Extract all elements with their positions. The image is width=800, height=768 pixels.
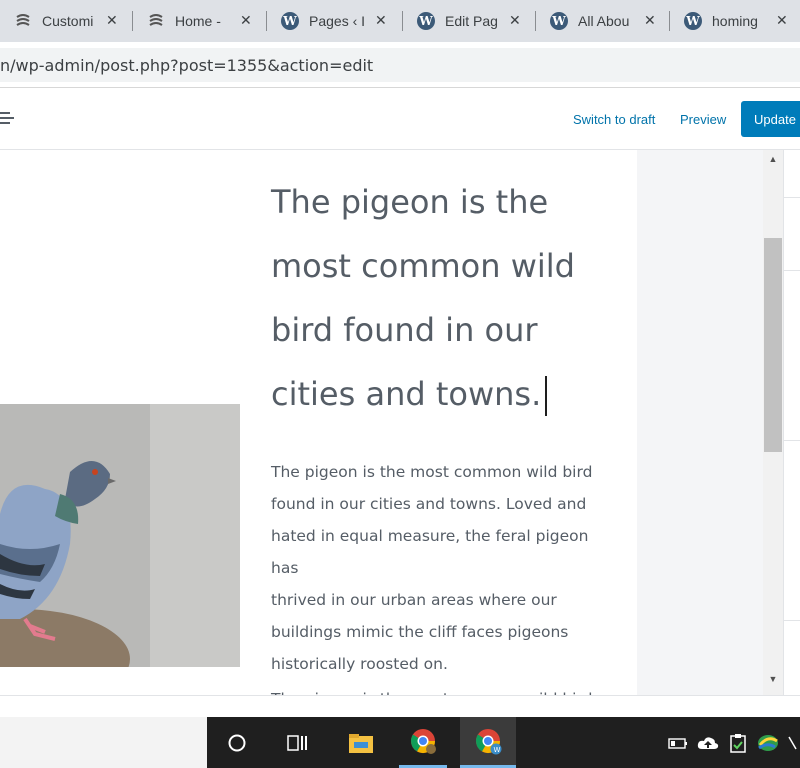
tray-more-icon[interactable] <box>786 733 800 753</box>
browser-tab-4[interactable]: W Edit Pag ✕ <box>403 0 536 42</box>
close-icon[interactable]: ✕ <box>240 12 252 29</box>
editor-scrollbar[interactable]: ▲ ▼ <box>763 150 783 695</box>
network-shield-icon[interactable] <box>756 733 780 753</box>
paragraph-line: The pigeon is the most common wild bird <box>271 683 616 695</box>
tab-title: homing <box>712 13 758 29</box>
file-explorer-icon[interactable] <box>337 717 385 768</box>
customizer-icon <box>14 12 32 30</box>
editor-canvas: The pigeon is the most common wild bird … <box>0 150 637 695</box>
settings-sidebar-edge <box>783 150 800 695</box>
url-input[interactable]: n/wp-admin/post.php?post=1355&action=edi… <box>0 48 800 82</box>
tab-title: Customi <box>42 13 94 29</box>
browser-tab-5[interactable]: W All Abou ✕ <box>536 0 670 42</box>
customizer-icon <box>147 12 165 30</box>
editor-margin <box>637 150 763 695</box>
browser-tab-2[interactable]: Home - ✕ <box>133 0 267 42</box>
editor-header: Switch to draft Preview Update <box>0 88 800 150</box>
clipboard-icon[interactable] <box>726 733 750 753</box>
heading-line: bird found in our <box>271 311 538 349</box>
taskbar-search-box[interactable] <box>0 717 207 768</box>
tab-title: Edit Pag <box>445 13 498 29</box>
paragraph-line: buildings mimic the cliff faces pigeons <box>271 623 569 641</box>
scrollbar-thumb[interactable] <box>764 238 782 452</box>
preview-button[interactable]: Preview <box>680 112 726 127</box>
switch-to-draft-button[interactable]: Switch to draft <box>573 112 655 127</box>
heading-line: most common wild <box>271 247 575 285</box>
paragraph-block-2[interactable]: The pigeon is the most common wild bird <box>271 683 616 695</box>
wordpress-icon: W <box>281 12 299 30</box>
chrome-icon[interactable] <box>399 717 447 768</box>
editor-footer <box>0 695 800 717</box>
paragraph-line: The pigeon is the most common wild bird <box>271 463 593 481</box>
tab-title: Home - <box>175 13 221 29</box>
close-icon[interactable]: ✕ <box>776 12 788 29</box>
scroll-up-icon[interactable]: ▲ <box>763 154 783 172</box>
close-icon[interactable]: ✕ <box>509 12 521 29</box>
paragraph-line: historically roosted on. <box>271 655 448 673</box>
browser-tab-6[interactable]: W homing ✕ <box>670 0 800 42</box>
tab-title: Pages ‹ I <box>309 13 366 29</box>
cloud-upload-icon[interactable] <box>696 733 720 753</box>
tab-title: All Abou <box>578 13 630 29</box>
wordpress-icon: W <box>684 12 702 30</box>
paragraph-block[interactable]: The pigeon is the most common wild bird … <box>271 456 616 680</box>
heading-block[interactable]: The pigeon is the most common wild bird … <box>271 170 611 426</box>
browser-tab-strip: Customi ✕ Home - ✕ W Pages ‹ I ✕ W Edit … <box>0 0 800 42</box>
block-navigation-icon[interactable] <box>0 109 14 127</box>
browser-tab-3[interactable]: W Pages ‹ I ✕ <box>267 0 403 42</box>
paragraph-line: thrived in our urban areas where our <box>271 591 557 609</box>
wordpress-icon: W <box>417 12 435 30</box>
scroll-down-icon[interactable]: ▼ <box>763 674 783 692</box>
address-bar-area: n/wp-admin/post.php?post=1355&action=edi… <box>0 42 800 88</box>
update-button[interactable]: Update <box>741 101 800 137</box>
task-view-icon[interactable] <box>273 717 321 768</box>
close-icon[interactable]: ✕ <box>375 12 387 29</box>
windows-taskbar: W <box>0 717 800 768</box>
heading-line: cities and towns. <box>271 375 542 413</box>
battery-icon[interactable] <box>666 733 690 753</box>
pigeon-photo[interactable] <box>0 404 240 667</box>
cortana-icon[interactable] <box>213 717 261 768</box>
heading-line: The pigeon is the <box>271 183 549 221</box>
chrome-wp-app-icon[interactable]: W <box>460 717 516 768</box>
close-icon[interactable]: ✕ <box>106 12 118 29</box>
svg-text:W: W <box>494 746 501 754</box>
close-icon[interactable]: ✕ <box>644 12 656 29</box>
browser-tab-1[interactable]: Customi ✕ <box>0 0 133 42</box>
text-cursor <box>545 376 548 416</box>
paragraph-line: found in our cities and towns. Loved and <box>271 495 587 513</box>
paragraph-line: hated in equal measure, the feral pigeon… <box>271 527 589 577</box>
wordpress-icon: W <box>550 12 568 30</box>
